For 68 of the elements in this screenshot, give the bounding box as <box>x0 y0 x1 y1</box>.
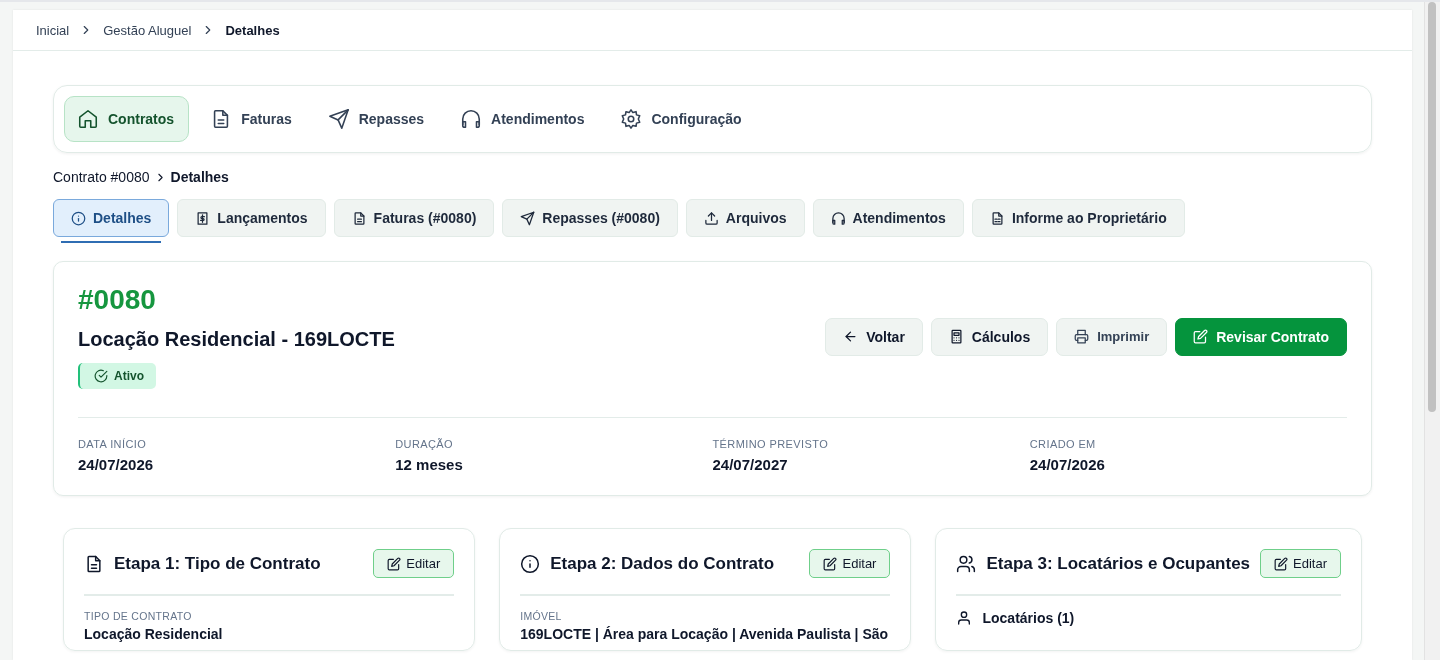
scrollbar-thumb[interactable] <box>1428 2 1436 412</box>
step-title: Etapa 1: Tipo de Contrato <box>114 553 322 574</box>
house-icon <box>77 108 99 130</box>
document-icon <box>351 210 367 226</box>
tab[interactable]: Informe ao Proprietário <box>971 199 1185 237</box>
field-value: 169LOCTE | Área para Locação | Avenida Paulista | São <box>520 626 890 642</box>
status-badge: Ativo <box>78 363 156 389</box>
field-label: DURAÇÃO <box>395 438 455 450</box>
send-icon <box>520 210 536 226</box>
field-value: 24/07/2026 <box>1029 456 1106 473</box>
field-value: Locação Residencial <box>84 626 224 642</box>
tab[interactable]: Repasses (#0080) <box>502 199 678 237</box>
edit-icon <box>387 556 402 571</box>
current-page-label: Detalhes <box>170 169 229 185</box>
info-icon <box>520 553 541 574</box>
step-title: Etapa 3: Locatários e Ocupantes <box>986 553 1251 574</box>
headphones-icon <box>460 108 483 130</box>
edit-button[interactable]: Editar <box>1260 549 1341 578</box>
field-label: TÉRMINO PREVISTO <box>712 438 830 450</box>
tab[interactable]: Lançamentos <box>177 199 326 237</box>
calculator-icon <box>948 329 964 344</box>
module-nav-tab[interactable]: Atendimentos <box>447 96 600 142</box>
field-label: IMÓVEL <box>520 610 563 622</box>
headphones-icon <box>830 210 846 226</box>
printer-icon <box>1074 329 1090 344</box>
check-circle-icon <box>94 369 108 383</box>
arrow-left-icon <box>843 329 859 344</box>
edit-icon <box>1193 329 1209 344</box>
action-button[interactable]: Voltar <box>825 317 923 356</box>
scrollbar[interactable] <box>1424 2 1440 660</box>
contract-number: #0080 <box>78 284 157 316</box>
field-value: 12 meses <box>395 456 464 473</box>
module-nav-tab[interactable]: Contratos <box>64 96 190 142</box>
tab[interactable]: Faturas (#0080) <box>333 199 495 237</box>
tab[interactable]: Arquivos <box>685 199 805 237</box>
tab[interactable]: Detalhes <box>53 199 170 237</box>
contract-title: Locação Residencial - 169LOCTE <box>78 328 395 351</box>
edit-icon <box>823 556 838 571</box>
module-nav-tab[interactable]: Configuração <box>607 96 757 142</box>
tab[interactable]: Atendimentos <box>812 199 964 237</box>
action-button[interactable]: Cálculos <box>930 317 1049 356</box>
info-icon <box>71 210 86 226</box>
document-icon <box>989 210 1005 226</box>
field-label: CRIADO EM <box>1029 438 1097 450</box>
field-label: TIPO DE CONTRATO <box>84 610 193 622</box>
send-icon <box>327 108 350 130</box>
users-icon <box>956 553 977 574</box>
breadcrumb-link[interactable]: Gestão Aluguel <box>103 22 192 38</box>
edit-icon <box>1274 556 1289 571</box>
step-title: Etapa 2: Dados do Contrato <box>550 553 776 574</box>
settings-icon <box>620 108 643 130</box>
upload-icon <box>703 210 719 226</box>
document-icon <box>84 553 104 574</box>
user-icon <box>956 610 973 626</box>
section-title: Locatários (1) <box>982 610 1075 626</box>
breadcrumb-link[interactable]: Inicial <box>36 22 70 38</box>
action-button[interactable]: Imprimir <box>1056 317 1168 356</box>
module-nav-tab[interactable]: Faturas <box>197 96 307 142</box>
field-label: DATA INÍCIO <box>78 438 148 450</box>
dollar-document-icon <box>195 210 211 226</box>
edit-button[interactable]: Editar <box>373 549 455 578</box>
field-value: 24/07/2027 <box>712 456 789 473</box>
current-page-label: Detalhes <box>225 22 280 38</box>
module-nav-tab[interactable]: Repasses <box>314 96 440 142</box>
edit-button[interactable]: Editar <box>809 549 891 578</box>
field-value: 24/07/2026 <box>78 456 155 473</box>
breadcrumb-link[interactable]: Contrato #0080 <box>53 169 150 185</box>
action-button[interactable]: Revisar Contrato <box>1175 317 1347 356</box>
